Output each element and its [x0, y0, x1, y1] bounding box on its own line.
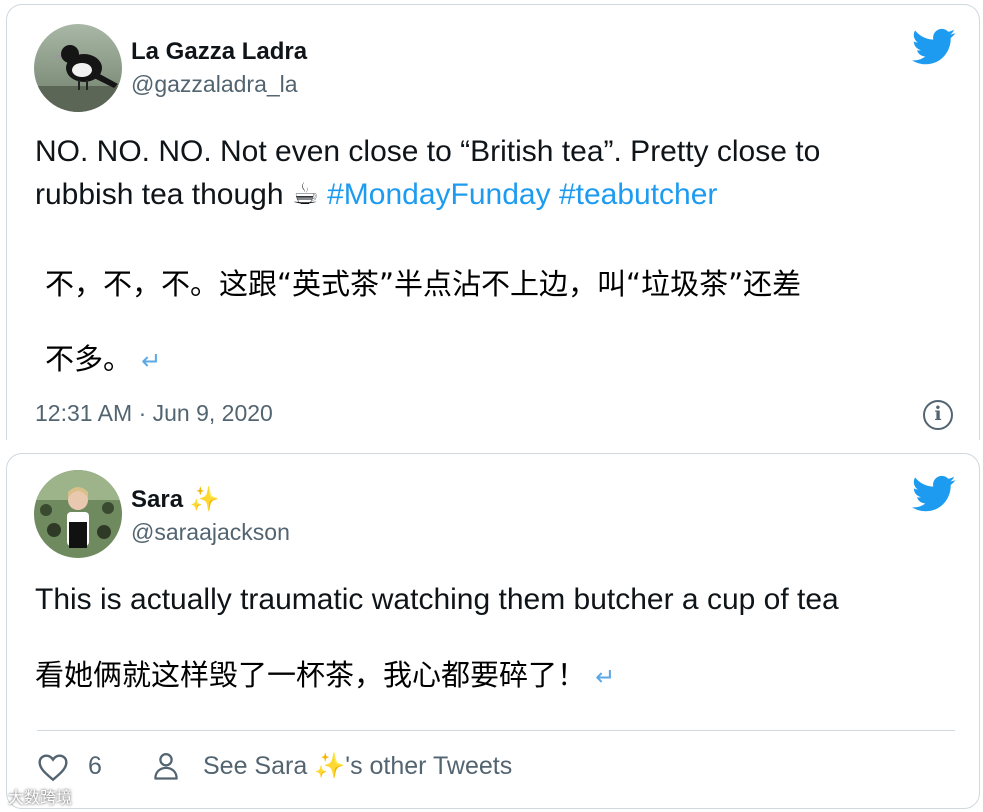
display-name[interactable]: La Gazza Ladra [131, 38, 307, 66]
tweet-text-line2: rubbish tea though ☕ #MondayFunday #teab… [35, 174, 717, 216]
magpie-avatar-image [34, 24, 122, 112]
user-handle[interactable]: @gazzaladra_la [131, 71, 298, 98]
user-handle[interactable]: @saraajackson [131, 519, 290, 546]
translation-line1: 不，不，不。这跟“英式茶”半点沾不上边，叫“垃圾茶”还差 [45, 267, 802, 301]
heart-icon[interactable] [37, 752, 69, 782]
tweet-text-rubbish: rubbish tea though ☕ [35, 178, 319, 211]
like-count[interactable]: 6 [88, 752, 102, 781]
divider [37, 730, 955, 731]
sara-avatar-image [34, 470, 122, 558]
tweet-card-sara[interactable]: Sara ✨ @saraajackson This is actually tr… [6, 453, 980, 809]
person-icon[interactable] [151, 750, 181, 782]
hashtag-teabutcher[interactable]: #teabutcher [559, 178, 717, 211]
avatar-gazza[interactable] [34, 24, 122, 112]
display-name[interactable]: Sara ✨ [131, 485, 220, 514]
info-icon[interactable]: i [923, 400, 953, 430]
watermark: 大数跨境 [8, 788, 73, 807]
tweet-timestamp[interactable]: 12:31 AM · Jun 9, 2020 [35, 400, 273, 427]
return-icon: ↵ [141, 347, 162, 375]
tweet-card-gazza[interactable]: La Gazza Ladra @gazzaladra_la NO. NO. NO… [6, 4, 980, 440]
tweet-text: This is actually traumatic watching them… [35, 583, 839, 616]
twitter-bird-icon[interactable] [912, 28, 956, 66]
see-other-tweets-link[interactable]: See Sara ✨'s other Tweets [203, 752, 512, 781]
avatar-sara[interactable] [34, 470, 122, 558]
return-icon: ↵ [595, 663, 616, 691]
translation: 看她俩就这样毁了一杯茶，我心都要碎了！ ↵ [35, 652, 615, 694]
translation-line2: 不多。 ↵ [45, 336, 161, 378]
translation-text: 看她俩就这样毁了一杯茶，我心都要碎了！ [35, 658, 587, 692]
translation-line2-text: 不多。 [45, 342, 133, 376]
twitter-bird-icon[interactable] [912, 475, 956, 513]
hashtag-mondayfunday[interactable]: #MondayFunday [327, 178, 550, 211]
tweet-text-line1: NO. NO. NO. Not even close to “British t… [35, 135, 821, 168]
